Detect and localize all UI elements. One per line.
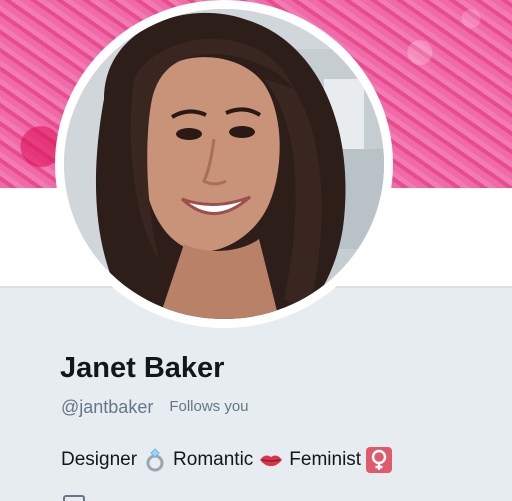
bio-word-3: Feminist — [289, 449, 362, 470]
profile-bio: Designer Romantic Feminist — [61, 446, 393, 474]
follows-you-badge: Follows you — [169, 398, 249, 415]
female-sign-icon — [366, 447, 393, 473]
handle-row: @jantbaker Follows you — [61, 396, 249, 418]
bio-word-1: Designer — [61, 449, 138, 470]
avatar-portrait — [64, 9, 384, 319]
avatar-photo — [64, 9, 384, 319]
profile-handle[interactable]: @jantbaker — [61, 396, 153, 418]
profile-card: Janet Baker @jantbaker Follows you Desig… — [0, 0, 512, 501]
ring-icon — [142, 447, 168, 473]
lips-icon — [258, 447, 284, 473]
profile-name: Janet Baker — [60, 352, 225, 384]
calendar-icon — [63, 495, 85, 501]
avatar[interactable] — [55, 0, 393, 328]
bio-word-2: Romantic — [173, 449, 254, 470]
